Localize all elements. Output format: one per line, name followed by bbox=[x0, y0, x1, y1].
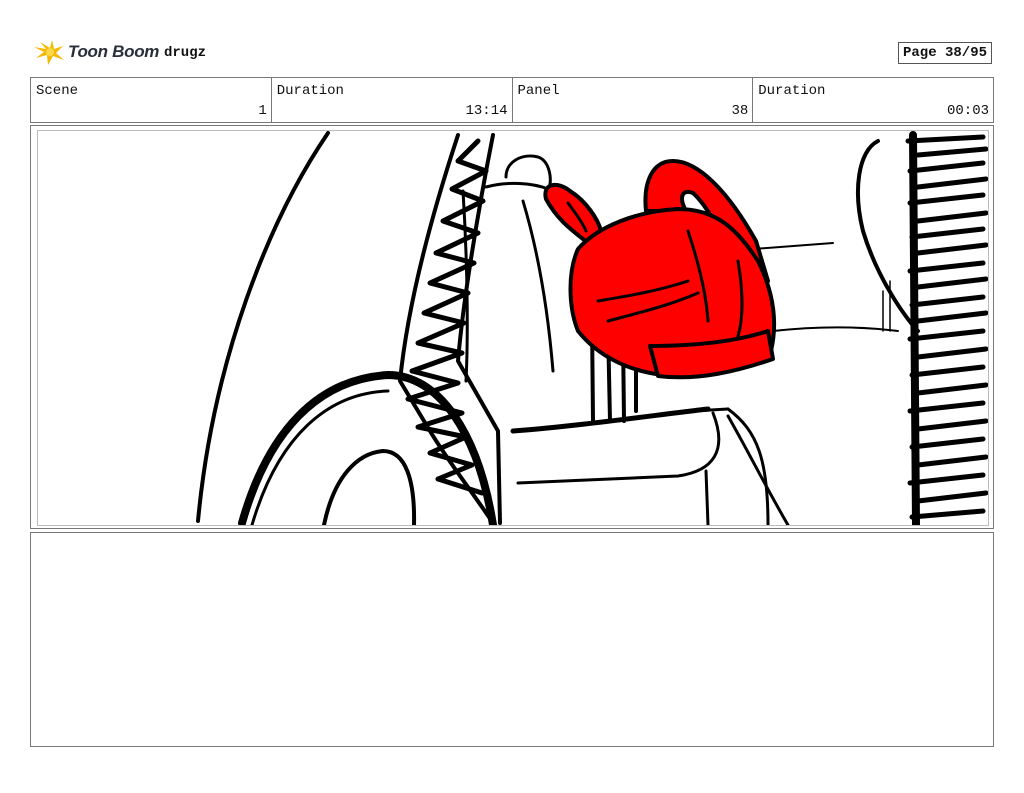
panel-duration-value: 00:03 bbox=[946, 103, 989, 119]
panel-label: Panel bbox=[517, 83, 560, 99]
project-name: drugz bbox=[164, 45, 207, 61]
toon-boom-star-icon bbox=[34, 40, 64, 65]
panel-duration-cell: Duration 00:03 bbox=[753, 78, 993, 122]
scene-duration-label: Duration bbox=[276, 83, 344, 99]
scene-info-row: Scene 1 Duration 13:14 Panel 38 Duration… bbox=[30, 77, 994, 123]
scene-value: 1 bbox=[258, 103, 267, 119]
panel-value: 38 bbox=[731, 103, 749, 119]
scene-label: Scene bbox=[36, 83, 79, 99]
scene-duration-cell: Duration 13:14 bbox=[272, 78, 513, 122]
red-jug bbox=[543, 159, 777, 380]
panel-sketch bbox=[196, 131, 988, 525]
panel-drawing-area bbox=[37, 130, 989, 526]
scene-duration-value: 13:14 bbox=[465, 103, 508, 119]
storyboard-panel bbox=[30, 125, 994, 529]
panel-notes-area bbox=[30, 532, 994, 747]
panel-cell: Panel 38 bbox=[513, 78, 754, 122]
logo-text: Toon Boom bbox=[68, 42, 160, 61]
panel-duration-label: Duration bbox=[758, 83, 826, 99]
page-header: Toon Boom drugz Page 38/95 bbox=[30, 36, 994, 70]
toon-boom-logo: Toon Boom bbox=[32, 38, 159, 66]
page-number: Page 38/95 bbox=[897, 42, 992, 64]
scene-cell: Scene 1 bbox=[31, 78, 272, 122]
